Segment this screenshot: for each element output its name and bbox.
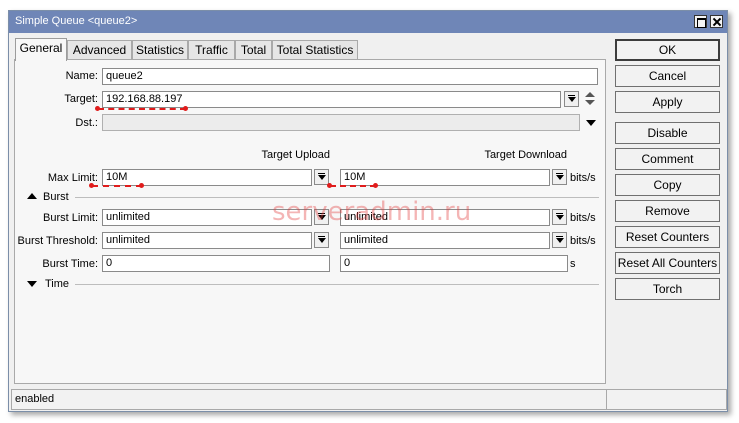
burst-time-download-input[interactable]: 0: [340, 255, 568, 272]
target-upload-header: Target Upload: [261, 149, 331, 161]
torch-button[interactable]: Torch: [615, 278, 720, 300]
target-label: Target:: [64, 93, 98, 105]
burst-threshold-units: bits/s: [570, 235, 596, 247]
upload-annotation-dot-right: [139, 183, 144, 188]
tab-general[interactable]: General: [15, 38, 67, 61]
download-annotation-underline: [330, 185, 376, 187]
burst-limit-download-dropdown-icon[interactable]: [552, 209, 567, 225]
upload-annotation-underline: [92, 185, 142, 187]
target-annotation-dot-right: [183, 106, 188, 111]
name-input[interactable]: queue2: [102, 68, 598, 85]
tab-statistics[interactable]: Statistics: [132, 40, 188, 60]
burst-limit-units: bits/s: [570, 212, 596, 224]
reset-counters-button[interactable]: Reset Counters: [615, 226, 720, 248]
burst-threshold-download-dropdown-icon[interactable]: [552, 232, 567, 248]
dst-label: Dst.:: [75, 117, 98, 129]
status-text: enabled: [15, 393, 55, 405]
burst-collapse-icon[interactable]: [27, 193, 37, 199]
maximize-button[interactable]: [694, 15, 707, 28]
apply-button[interactable]: Apply: [615, 91, 720, 113]
time-section-label[interactable]: Time: [45, 278, 69, 290]
max-limit-upload-dropdown-icon[interactable]: [314, 169, 329, 185]
upload-annotation-dot-left: [89, 183, 94, 188]
watermark: serveradmin.ru: [272, 197, 472, 227]
burst-threshold-upload-input[interactable]: unlimited: [102, 232, 312, 249]
tab-total-statistics[interactable]: Total Statistics: [272, 40, 358, 60]
target-updown-icon[interactable]: [585, 91, 595, 107]
burst-threshold-download-input[interactable]: unlimited: [340, 232, 550, 249]
copy-button[interactable]: Copy: [615, 174, 720, 196]
tab-total[interactable]: Total: [235, 40, 272, 60]
cancel-button[interactable]: Cancel: [615, 65, 720, 87]
tab-traffic[interactable]: Traffic: [188, 40, 235, 60]
burst-time-upload-input[interactable]: 0: [102, 255, 330, 272]
comment-button[interactable]: Comment: [615, 148, 720, 170]
burst-threshold-label: Burst Threshold:: [17, 235, 98, 247]
ok-button[interactable]: OK: [615, 39, 720, 61]
name-label: Name:: [65, 70, 98, 82]
max-limit-download-dropdown-icon[interactable]: [552, 169, 567, 185]
max-limit-units: bits/s: [570, 172, 596, 184]
title-bar[interactable]: Simple Queue <queue2>: [9, 11, 727, 33]
burst-time-units: s: [570, 258, 576, 270]
target-annotation-underline: [98, 108, 186, 110]
max-limit-download-input[interactable]: 10M: [340, 169, 550, 186]
download-annotation-dot-left: [327, 183, 332, 188]
target-dropdown-icon[interactable]: [564, 91, 579, 107]
reset-all-counters-button[interactable]: Reset All Counters: [615, 252, 720, 274]
remove-button[interactable]: Remove: [615, 200, 720, 222]
dst-input[interactable]: [102, 114, 580, 131]
window-title: Simple Queue <queue2>: [15, 15, 138, 27]
disable-button[interactable]: Disable: [615, 122, 720, 144]
max-limit-upload-input[interactable]: 10M: [102, 169, 312, 186]
status-divider: [606, 390, 607, 409]
burst-time-label: Burst Time:: [42, 258, 98, 270]
target-download-header: Target Download: [484, 149, 567, 161]
max-limit-label: Max Limit:: [47, 172, 98, 184]
target-input[interactable]: 192.168.88.197: [102, 91, 561, 108]
burst-threshold-upload-dropdown-icon[interactable]: [314, 232, 329, 248]
status-bar: enabled: [11, 389, 727, 410]
download-annotation-dot-right: [373, 183, 378, 188]
time-separator: [75, 284, 599, 285]
time-expand-icon[interactable]: [27, 281, 37, 287]
target-annotation-dot-left: [95, 106, 100, 111]
close-button[interactable]: [710, 15, 723, 28]
burst-section-label[interactable]: Burst: [43, 191, 69, 203]
burst-limit-label: Burst Limit:: [42, 212, 98, 224]
tab-advanced[interactable]: Advanced: [67, 40, 132, 60]
dst-dropdown-icon[interactable]: [586, 120, 596, 126]
